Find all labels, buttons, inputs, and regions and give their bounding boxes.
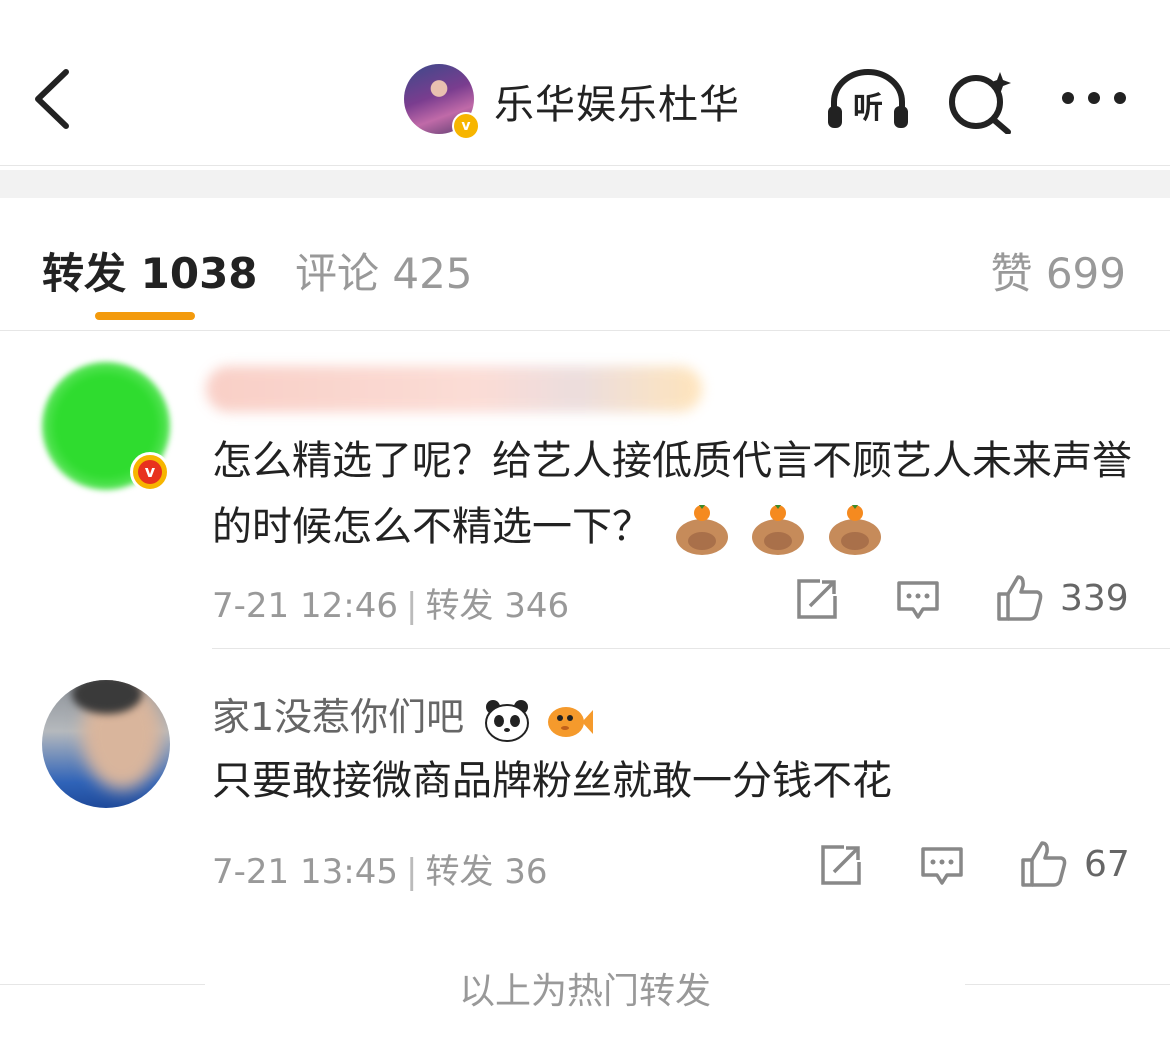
- capybara-emoji: [673, 501, 731, 557]
- listen-headphones-icon[interactable]: 听: [826, 68, 910, 132]
- search-icon[interactable]: [946, 68, 1016, 134]
- tab-repost[interactable]: 转发 1038: [42, 240, 258, 301]
- chevron-left-icon[interactable]: [30, 66, 80, 132]
- like-thumb-icon[interactable]: [1020, 840, 1068, 888]
- like-count: 339: [1060, 578, 1129, 619]
- like-count: 67: [1084, 844, 1130, 885]
- share-icon[interactable]: [796, 578, 838, 620]
- verified-badge-icon: v: [452, 112, 480, 140]
- item-divider: [212, 648, 1170, 649]
- more-dots-icon[interactable]: [1058, 80, 1130, 116]
- like-thumb-icon[interactable]: [996, 574, 1044, 622]
- repost-content: 怎么精选了呢？给艺人接低质代言不顾艺人未来声誉的时候怎么不精选一下？: [212, 428, 1132, 560]
- username[interactable]: 家1没惹你们吧: [212, 686, 594, 742]
- svg-text:听: 听: [853, 91, 883, 126]
- fish-emoji: [546, 698, 594, 742]
- active-tab-indicator: [95, 312, 195, 320]
- repost-content: 只要敢接微商品牌粉丝就敢一分钱不花: [212, 758, 892, 804]
- account-title[interactable]: 乐华娱乐杜华: [494, 72, 740, 130]
- panda-emoji: [484, 698, 530, 742]
- username-blurred[interactable]: [206, 366, 702, 412]
- user-avatar[interactable]: [42, 680, 170, 808]
- capybara-emoji: [826, 501, 884, 557]
- comment-icon[interactable]: [920, 846, 964, 886]
- hot-reposts-footer: 以上为热门转发: [458, 971, 711, 1012]
- share-icon[interactable]: [820, 844, 862, 886]
- verified-badge-icon: v: [130, 452, 170, 492]
- tab-comment[interactable]: 评论 425: [295, 240, 473, 301]
- repost-count[interactable]: 转发 346: [425, 586, 569, 626]
- capybara-emoji: [749, 501, 807, 557]
- repost-time: 7-21 13:45: [212, 852, 398, 892]
- comment-icon[interactable]: [896, 580, 940, 620]
- top-nav-bar: v 乐华娱乐杜华 听: [0, 0, 1170, 166]
- tab-bar: 转发 1038 评论 425 赞 699: [0, 198, 1170, 331]
- section-separator: [0, 170, 1170, 198]
- tab-like[interactable]: 赞 699: [990, 240, 1126, 301]
- repost-count[interactable]: 转发 36: [425, 852, 547, 892]
- repost-meta: 7-21 12:46 | 转发 346: [212, 586, 570, 626]
- repost-meta: 7-21 13:45 | 转发 36: [212, 852, 548, 892]
- repost-time: 7-21 12:46: [212, 586, 398, 626]
